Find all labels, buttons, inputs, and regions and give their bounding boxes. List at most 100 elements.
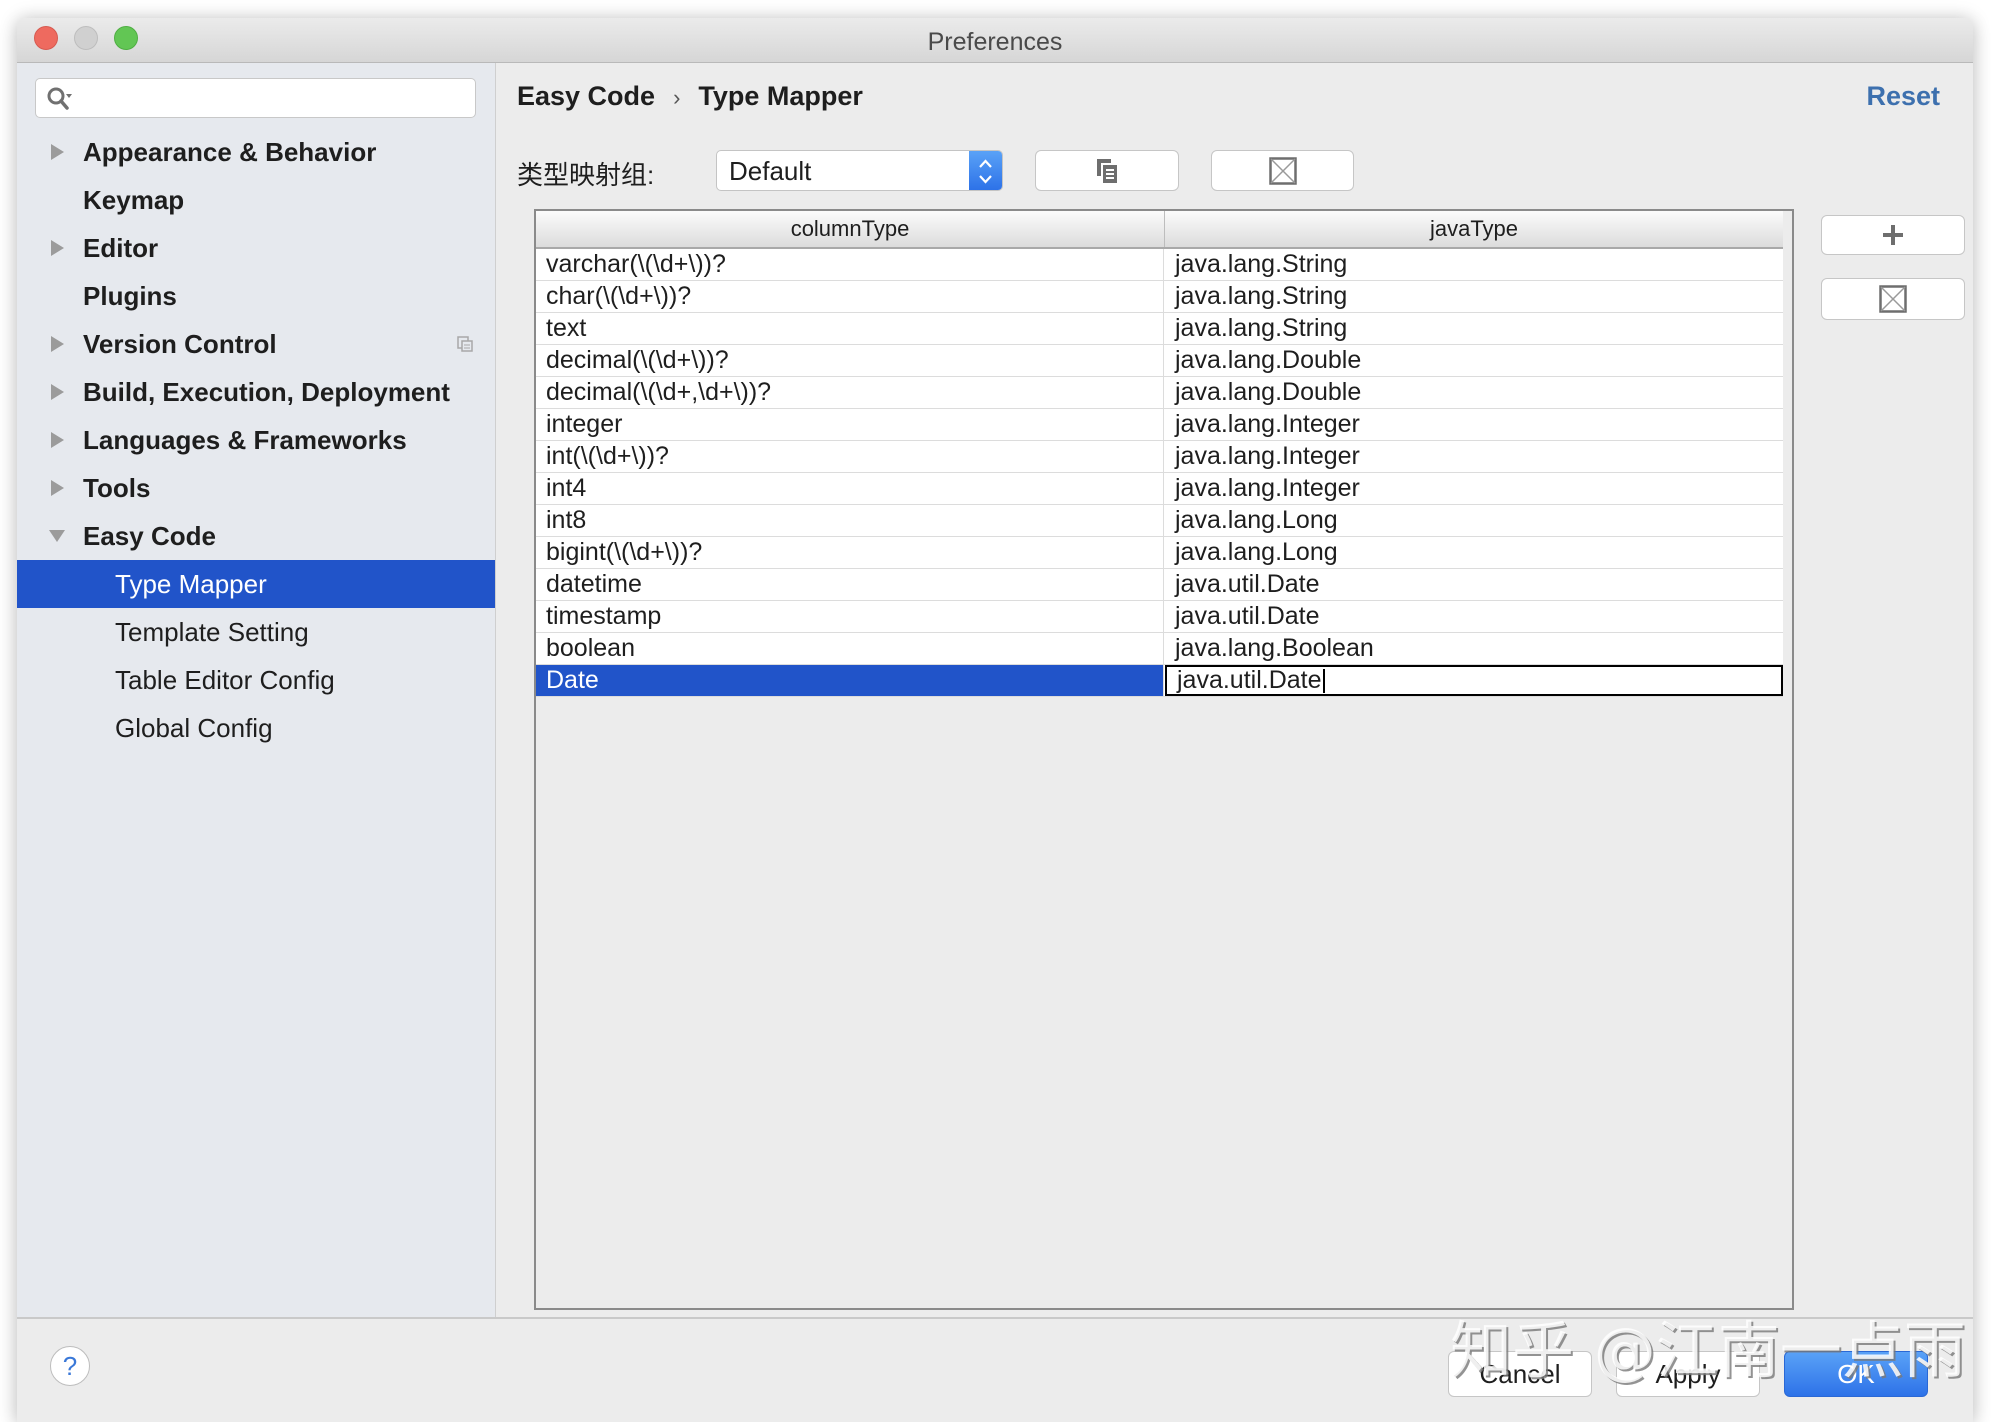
- search-icon: [47, 87, 72, 110]
- sidebar-item-build-execution-deployment[interactable]: Build, Execution, Deployment: [17, 368, 495, 416]
- cell-javatype[interactable]: java.lang.Boolean: [1165, 633, 1783, 664]
- table-row[interactable]: int(\(\d+\))? java.lang.Integer: [536, 441, 1783, 473]
- cell-columntype[interactable]: int4: [536, 473, 1164, 504]
- table-row[interactable]: datetime java.util.Date: [536, 569, 1783, 601]
- table-row[interactable]: text java.lang.String: [536, 313, 1783, 345]
- collapsed-arrow-icon[interactable]: [47, 320, 67, 368]
- sidebar-item-type-mapper[interactable]: Type Mapper: [17, 560, 495, 608]
- table-row[interactable]: Date java.util.Date: [536, 665, 1783, 697]
- collapsed-arrow-icon[interactable]: [47, 416, 67, 464]
- cell-javatype[interactable]: java.lang.Integer: [1165, 473, 1783, 504]
- expanded-arrow-icon[interactable]: [47, 512, 67, 560]
- cell-columntype[interactable]: boolean: [536, 633, 1164, 664]
- sidebar-item-label: Plugins: [83, 281, 177, 311]
- cell-columntype[interactable]: timestamp: [536, 601, 1164, 632]
- collapsed-arrow-icon[interactable]: [47, 464, 67, 512]
- sidebar-item-version-control[interactable]: Version Control: [17, 320, 495, 368]
- cell-columntype[interactable]: integer: [536, 409, 1164, 440]
- cell-javatype[interactable]: java.lang.String: [1165, 281, 1783, 312]
- sidebar-item-label: Easy Code: [83, 521, 216, 551]
- cancel-button[interactable]: Cancel: [1448, 1351, 1592, 1397]
- cell-javatype[interactable]: java.lang.Long: [1165, 537, 1783, 568]
- cell-columntype[interactable]: int(\(\d+\))?: [536, 441, 1164, 472]
- title-bar: Preferences: [17, 18, 1973, 63]
- cell-javatype[interactable]: java.util.Date: [1165, 569, 1783, 600]
- sidebar-item-languages-frameworks[interactable]: Languages & Frameworks: [17, 416, 495, 464]
- table-row[interactable]: int4 java.lang.Integer: [536, 473, 1783, 505]
- sidebar-item-label: Type Mapper: [115, 569, 267, 599]
- apply-button[interactable]: Apply: [1616, 1351, 1760, 1397]
- sidebar-item-label: Global Config: [115, 713, 273, 743]
- settings-sidebar: Appearance & Behavior Keymap Editor Plugins…: [17, 63, 496, 1317]
- collapsed-arrow-icon[interactable]: [47, 368, 67, 416]
- table-row[interactable]: integer java.lang.Integer: [536, 409, 1783, 441]
- project-settings-icon: [457, 336, 473, 352]
- sidebar-item-appearance-behavior[interactable]: Appearance & Behavior: [17, 128, 495, 176]
- copy-group-button[interactable]: [1035, 150, 1179, 191]
- settings-content: Easy Code › Type Mapper Reset 类型映射组: Defau…: [496, 63, 1973, 1317]
- table-row[interactable]: int8 java.lang.Long: [536, 505, 1783, 537]
- collapsed-arrow-icon[interactable]: [47, 128, 67, 176]
- sidebar-item-template-setting[interactable]: Template Setting: [17, 608, 495, 656]
- window-title: Preferences: [927, 28, 1063, 56]
- sidebar-item-editor[interactable]: Editor: [17, 224, 495, 272]
- sidebar-item-plugins[interactable]: Plugins: [17, 272, 495, 320]
- table-row[interactable]: boolean java.lang.Boolean: [536, 633, 1783, 665]
- dialog-footer: ? Cancel Apply OK: [17, 1317, 1973, 1422]
- reset-link[interactable]: Reset: [1866, 81, 1940, 112]
- cell-javatype[interactable]: java.lang.Long: [1165, 505, 1783, 536]
- table-row[interactable]: bigint(\(\d+\))? java.lang.Long: [536, 537, 1783, 569]
- cell-javatype[interactable]: java.lang.Double: [1165, 345, 1783, 376]
- column-header-javatype[interactable]: javaType: [1165, 211, 1783, 247]
- cell-columntype[interactable]: decimal(\(\d+,\d+\))?: [536, 377, 1164, 408]
- table-row[interactable]: decimal(\(\d+,\d+\))? java.lang.Double: [536, 377, 1783, 409]
- breadcrumb-separator: ›: [673, 85, 681, 110]
- plus-icon: [1883, 225, 1903, 245]
- breadcrumb-parent[interactable]: Easy Code: [517, 81, 655, 111]
- cell-editor-value: java.util.Date: [1177, 666, 1322, 694]
- cell-columntype[interactable]: char(\(\d+\))?: [536, 281, 1164, 312]
- table-row[interactable]: timestamp java.util.Date: [536, 601, 1783, 633]
- add-row-button[interactable]: [1821, 215, 1965, 255]
- sidebar-item-keymap[interactable]: Keymap: [17, 176, 495, 224]
- settings-search-input[interactable]: [35, 78, 476, 118]
- sidebar-item-label: Languages & Frameworks: [83, 425, 407, 455]
- type-mapper-group-select[interactable]: Default: [716, 150, 1003, 191]
- sidebar-item-table-editor-config[interactable]: Table Editor Config: [17, 656, 495, 704]
- cell-columntype[interactable]: int8: [536, 505, 1164, 536]
- type-mapper-group-label: 类型映射组:: [517, 160, 655, 190]
- cell-javatype-editor[interactable]: java.util.Date: [1165, 665, 1783, 696]
- cell-columntype[interactable]: varchar(\(\d+\))?: [536, 249, 1164, 280]
- sidebar-item-label: Editor: [83, 233, 159, 263]
- remove-row-button[interactable]: [1821, 278, 1965, 320]
- sidebar-item-easy-code[interactable]: Easy Code: [17, 512, 495, 560]
- sidebar-item-label: Version Control: [83, 329, 277, 359]
- ok-button[interactable]: OK: [1784, 1351, 1928, 1397]
- cell-javatype[interactable]: java.lang.Double: [1165, 377, 1783, 408]
- preferences-window: Preferences Appearance & Behavior Keymap E…: [17, 18, 1973, 1422]
- table-row[interactable]: char(\(\d+\))? java.lang.String: [536, 281, 1783, 313]
- help-button[interactable]: ?: [50, 1346, 90, 1386]
- table-row[interactable]: varchar(\(\d+\))? java.lang.String: [536, 249, 1783, 281]
- sidebar-item-label: Keymap: [83, 185, 185, 215]
- cell-javatype[interactable]: java.lang.Integer: [1165, 441, 1783, 472]
- cell-columntype[interactable]: text: [536, 313, 1164, 344]
- table-row[interactable]: decimal(\(\d+\))? java.lang.Double: [536, 345, 1783, 377]
- sidebar-item-label: Template Setting: [115, 617, 309, 647]
- cell-javatype[interactable]: java.lang.String: [1165, 313, 1783, 344]
- cell-javatype[interactable]: java.util.Date: [1165, 601, 1783, 632]
- cell-columntype[interactable]: bigint(\(\d+\))?: [536, 537, 1164, 568]
- sidebar-item-global-config[interactable]: Global Config: [17, 704, 495, 752]
- sidebar-item-label: Table Editor Config: [115, 665, 335, 695]
- cell-javatype[interactable]: java.lang.String: [1165, 249, 1783, 280]
- collapsed-arrow-icon[interactable]: [47, 224, 67, 272]
- column-header-columntype[interactable]: columnType: [536, 211, 1165, 247]
- cell-javatype[interactable]: java.lang.Integer: [1165, 409, 1783, 440]
- cell-columntype[interactable]: decimal(\(\d+\))?: [536, 345, 1164, 376]
- cell-columntype[interactable]: Date: [536, 665, 1164, 696]
- sidebar-item-tools[interactable]: Tools: [17, 464, 495, 512]
- delete-icon: [1268, 156, 1297, 185]
- delete-group-button[interactable]: [1211, 150, 1354, 191]
- cell-columntype[interactable]: datetime: [536, 569, 1164, 600]
- remove-icon: [1879, 285, 1907, 313]
